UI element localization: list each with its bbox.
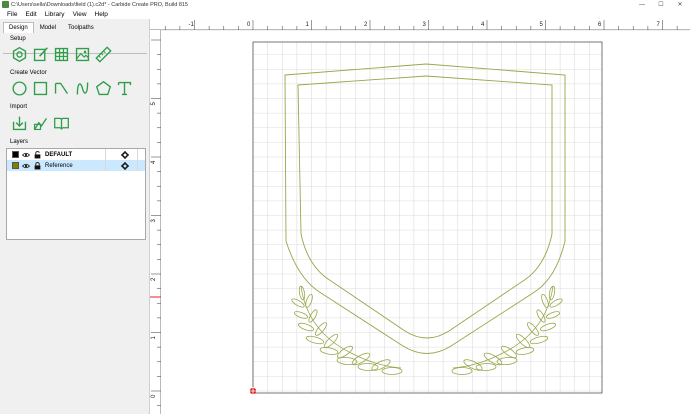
horizontal-ruler[interactable]: -1 0 1 2 3 4 5 6 7 — [150, 19, 690, 30]
edit-document-icon[interactable] — [31, 45, 49, 63]
curve-icon[interactable] — [73, 79, 91, 97]
tab-model[interactable]: Model — [34, 22, 62, 33]
left-panel: Design Model Toolpaths Setup Create Vect… — [0, 19, 150, 414]
stock-outline — [252, 41, 603, 394]
menu-file[interactable]: File — [3, 11, 21, 18]
minimize-button[interactable]: — — [636, 0, 648, 9]
text-icon[interactable] — [115, 79, 133, 97]
shield-outer-path[interactable] — [284, 63, 566, 354]
layer-name: DEFAULT — [45, 151, 73, 158]
column-divider — [137, 160, 138, 171]
job-setup-icon[interactable] — [10, 45, 28, 63]
close-button[interactable]: ✕ — [674, 0, 686, 9]
menu-view[interactable]: View — [69, 11, 91, 18]
ruler-x-label: 5 — [540, 22, 544, 28]
image-icon[interactable] — [73, 45, 91, 63]
title-bar: C:\Users\sella\Downloads\field (1).c2d* … — [0, 0, 690, 9]
ruler-x-label: 3 — [423, 22, 427, 28]
ruler-x-label: 7 — [657, 22, 661, 28]
ruler-y-label: 3 — [151, 219, 157, 223]
tab-design[interactable]: Design — [3, 22, 34, 33]
grid — [252, 42, 602, 393]
ruler-x-label: 6 — [598, 22, 602, 28]
layers-list: DEFAULT Reference — [6, 148, 146, 240]
import-toolbar — [10, 114, 70, 132]
carbide-create-window: C:\Users\sella\Downloads\field (1).c2d* … — [0, 0, 690, 414]
menu-edit[interactable]: Edit — [21, 11, 40, 18]
grid-icon[interactable] — [52, 45, 70, 63]
eye-icon[interactable] — [22, 162, 30, 170]
ruler-ticks: -1 0 1 2 3 4 5 6 7 — [164, 20, 678, 30]
ruler-y-label: 5 — [151, 102, 157, 106]
origin-marker — [249, 387, 257, 395]
rectangle-icon[interactable] — [31, 79, 49, 97]
canvas-drawing[interactable] — [161, 31, 690, 414]
menu-library[interactable]: Library — [41, 11, 69, 18]
import-vector-icon[interactable] — [10, 114, 28, 132]
lock-closed-icon[interactable] — [33, 161, 41, 170]
ruler-y-label: 4 — [151, 160, 157, 164]
gear-icon[interactable] — [120, 150, 130, 159]
tab-toolpaths[interactable]: Toolpaths — [62, 22, 100, 33]
ruler-y-label: 2 — [151, 277, 157, 281]
shield-inner-path[interactable] — [297, 75, 553, 339]
shield-vectors[interactable] — [284, 63, 566, 354]
ruler-x-label: 0 — [247, 22, 251, 28]
ruler-x-label: 2 — [364, 22, 368, 28]
menu-help[interactable]: Help — [91, 11, 112, 18]
section-layers: Layers — [10, 139, 29, 145]
laurel-left[interactable] — [291, 285, 403, 375]
window-title: C:\Users\sella\Downloads\field (1).c2d* … — [11, 1, 188, 8]
ruler-y-label: 1 — [151, 336, 157, 340]
ruler-ticks: 5 4 3 2 1 0 — [150, 39, 161, 406]
import-image-icon[interactable] — [31, 114, 49, 132]
section-setup: Setup — [10, 36, 26, 42]
gear-icon[interactable] — [120, 161, 130, 170]
ruler-x-label: 4 — [481, 22, 485, 28]
polyline-icon[interactable] — [52, 79, 70, 97]
lock-open-icon[interactable] — [33, 150, 41, 159]
mode-tabs: Design Model Toolpaths — [3, 22, 149, 33]
layer-row-default[interactable]: DEFAULT — [7, 149, 145, 160]
menu-bar: File Edit Library View Help — [0, 9, 690, 19]
column-divider — [105, 149, 106, 160]
ruler-y-label: 0 — [151, 394, 157, 398]
ruler-x-label: 1 — [306, 22, 310, 28]
design-canvas[interactable] — [161, 31, 690, 414]
circle-icon[interactable] — [10, 79, 28, 97]
layer-color-swatch[interactable] — [12, 151, 19, 158]
eye-icon[interactable] — [22, 151, 30, 159]
layer-row-reference[interactable]: Reference — [7, 160, 145, 171]
ruler-icon[interactable] — [94, 45, 112, 63]
layer-color-swatch[interactable] — [12, 162, 19, 169]
column-divider — [105, 160, 106, 171]
setup-toolbar — [10, 45, 112, 63]
layer-name: Reference — [45, 162, 73, 169]
section-create-vector: Create Vector — [10, 70, 47, 76]
section-import: Import — [10, 104, 28, 110]
vertical-ruler[interactable]: 5 4 3 2 1 0 — [150, 30, 161, 414]
laurel-right[interactable] — [451, 285, 563, 375]
open-library-icon[interactable] — [52, 114, 70, 132]
vector-toolbar — [10, 79, 133, 97]
app-icon — [2, 1, 9, 8]
polygon-icon[interactable] — [94, 79, 112, 97]
column-divider — [137, 149, 138, 160]
ruler-x-label: -1 — [189, 22, 195, 28]
maximize-button[interactable]: ☐ — [655, 0, 667, 9]
